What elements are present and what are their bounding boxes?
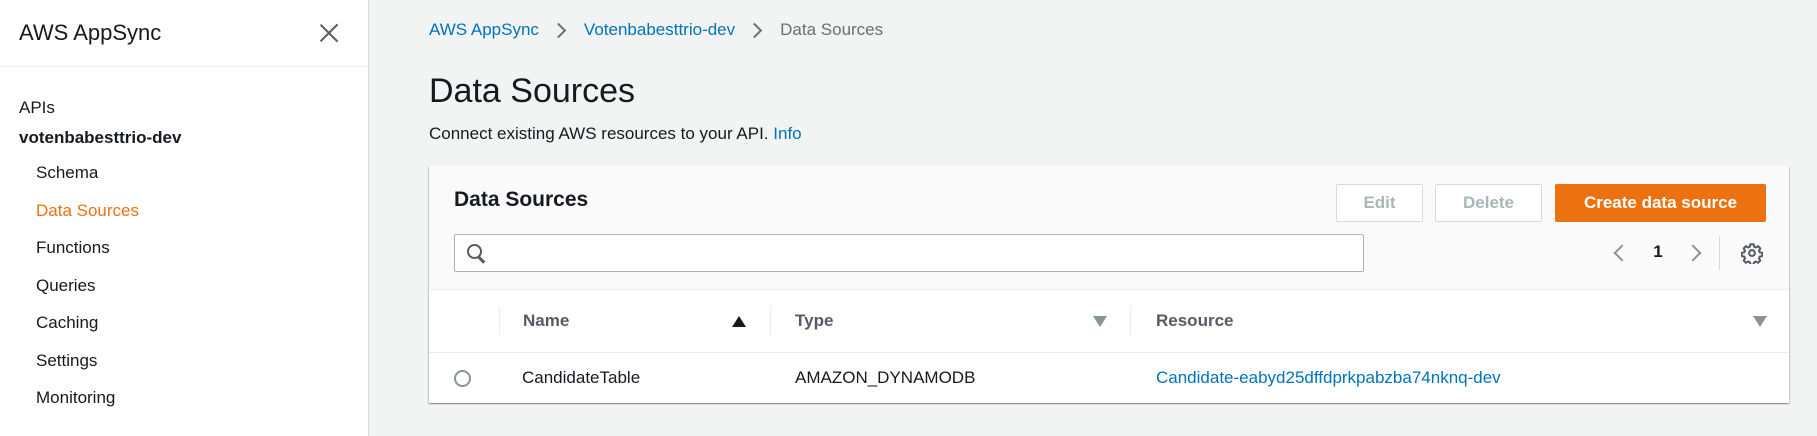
sidebar-item-functions[interactable]: Functions (0, 229, 368, 267)
search-input[interactable] (497, 235, 1357, 271)
page-title: Data Sources (429, 72, 635, 110)
chevron-right-icon[interactable] (1684, 244, 1702, 262)
table-row[interactable]: CandidateTable AMAZON_DYNAMODB Candidate… (429, 352, 1789, 403)
row-select-radio[interactable] (454, 370, 471, 387)
page-number[interactable]: 1 (1651, 242, 1665, 262)
page-description-text: Connect existing AWS resources to your A… (429, 124, 769, 143)
close-icon[interactable] (318, 22, 340, 44)
sidebar-item-data-sources[interactable]: Data Sources (0, 192, 368, 230)
row-name: CandidateTable (522, 368, 641, 387)
breadcrumb-current: Data Sources (780, 20, 884, 39)
column-divider (499, 307, 500, 335)
chevron-left-icon[interactable] (1613, 244, 1631, 262)
delete-button[interactable]: Delete (1435, 184, 1542, 222)
info-link[interactable]: Info (773, 124, 801, 143)
sidebar-item-queries[interactable]: Queries (0, 267, 368, 305)
sidebar-nav: APIs votenbabesttrio-dev Schema Data Sou… (0, 67, 368, 417)
panel-title: Data Sources (454, 188, 589, 211)
sidebar-item-api-name[interactable]: votenbabesttrio-dev (0, 123, 368, 154)
breadcrumb-api[interactable]: Votenbabesttrio-dev (584, 20, 735, 40)
search-icon (467, 244, 487, 264)
sidebar-title: AWS AppSync (19, 20, 162, 45)
chevron-right-icon (746, 22, 763, 38)
column-header-type[interactable]: Type (795, 290, 833, 352)
breadcrumb: AWS AppSync Votenbabesttrio-dev Data Sou… (429, 20, 883, 40)
breadcrumb-appsync[interactable]: AWS AppSync (429, 20, 539, 40)
column-divider (1130, 307, 1131, 335)
sort-ascending-icon[interactable] (732, 316, 746, 327)
sidebar-item-caching[interactable]: Caching (0, 304, 368, 342)
page-description: Connect existing AWS resources to your A… (429, 124, 802, 144)
column-header-name[interactable]: Name (523, 290, 569, 352)
search-box (454, 234, 1364, 272)
sidebar: AWS AppSync APIs votenbabesttrio-dev Sch… (0, 0, 369, 436)
data-sources-panel: Data Sources Edit Delete Create data sou… (429, 166, 1789, 403)
column-divider (770, 307, 771, 335)
gear-icon[interactable] (1741, 242, 1763, 264)
panel-header: Data Sources Edit Delete Create data sou… (429, 166, 1789, 290)
sidebar-item-schema[interactable]: Schema (0, 154, 368, 192)
row-resource-link[interactable]: Candidate-eabyd25dffdprkpabzba74nknq-dev (1156, 353, 1501, 403)
sidebar-item-apis[interactable]: APIs (0, 92, 368, 123)
row-type: AMAZON_DYNAMODB (795, 368, 976, 387)
column-header-resource[interactable]: Resource (1156, 290, 1233, 352)
sort-descending-icon[interactable] (1753, 316, 1767, 327)
create-data-source-button[interactable]: Create data source (1555, 184, 1766, 222)
sidebar-item-monitoring[interactable]: Monitoring (0, 379, 368, 417)
sidebar-header: AWS AppSync (0, 0, 368, 67)
sidebar-item-settings[interactable]: Settings (0, 342, 368, 380)
chevron-right-icon (550, 22, 567, 38)
edit-button[interactable]: Edit (1336, 184, 1423, 222)
pager-divider (1719, 236, 1720, 270)
sort-descending-icon[interactable] (1093, 316, 1107, 327)
